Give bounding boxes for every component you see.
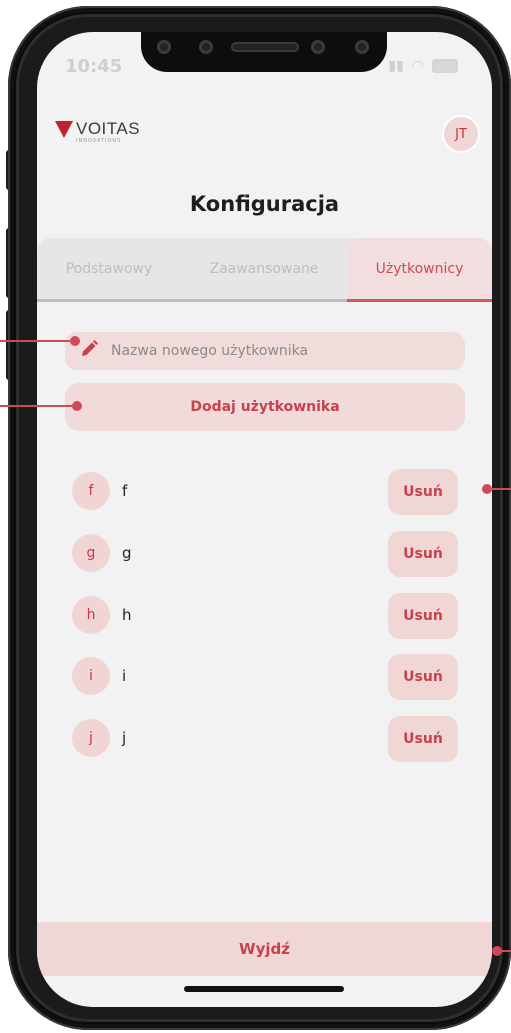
callout-dot [70,336,80,346]
delete-user-button[interactable]: Usuń [388,531,458,577]
sensor-icon [355,40,369,54]
home-indicator [184,986,344,992]
wifi-icon: ◠ [411,58,424,74]
user-list-item: g g Usuń [72,531,458,577]
user-name: g [122,544,132,562]
exit-button[interactable]: Wyjdź [37,922,492,976]
user-avatar: f [72,472,110,510]
speaker-grille [231,42,299,52]
delete-user-button[interactable]: Usuń [388,593,458,639]
sensor-icon [157,40,171,54]
user-name: h [122,606,132,624]
config-tabs: Podstawowy Zaawansowane Użytkownicy [37,238,492,302]
user-list-item: i i Usuń [72,654,458,700]
add-user-button[interactable]: Dodaj użytkownika [65,383,465,431]
status-time: 10:45 [65,56,123,77]
user-name: j [122,729,127,747]
user-name: i [122,667,127,685]
active-tab-indicator [347,299,492,302]
page-title: Konfiguracja [189,192,340,216]
user-list-item: j j Usuń [72,716,458,762]
user-avatar: h [72,596,110,634]
delete-user-button[interactable]: Usuń [388,469,458,515]
tab-zaawansowane[interactable]: Zaawansowane [181,238,347,299]
logo-subtext: INNOVATIONS [76,138,122,144]
user-name: f [122,482,128,500]
delete-user-button[interactable]: Usuń [388,654,458,700]
app-screen: 10:45 ▮▮ ◠ VOITAS INNOVATIONS JT Konfigu… [37,32,492,1007]
sensor-icon [199,40,213,54]
new-user-name-input[interactable] [109,342,443,360]
status-icons: ▮▮ ◠ [388,58,458,74]
callout-line [500,950,511,952]
callout-line [0,405,72,407]
tab-uzytkownicy[interactable]: Użytkownicy [347,238,492,299]
user-avatar: g [72,534,110,572]
logo-mark-icon [55,121,73,138]
screenshot-stage: 10:45 ▮▮ ◠ VOITAS INNOVATIONS JT Konfigu… [0,0,511,1033]
delete-user-button[interactable]: Usuń [388,716,458,762]
user-avatar: j [72,719,110,757]
user-list-item: h h Usuń [72,593,458,639]
signal-icon: ▮▮ [388,58,404,74]
callout-line [490,488,511,490]
user-list-item: f f Usuń [72,469,458,515]
user-avatar: i [72,657,110,695]
callout-line [0,340,70,342]
pencil-icon [79,339,99,363]
tab-podstawowy[interactable]: Podstawowy [37,238,181,299]
new-user-name-field[interactable] [65,332,465,370]
voitas-logo: VOITAS INNOVATIONS [55,120,140,144]
user-avatar-button[interactable]: JT [442,115,480,153]
logo-text: VOITAS [76,119,141,138]
phone-notch [141,32,387,72]
callout-dot [72,401,82,411]
front-camera-icon [311,40,325,54]
battery-icon [432,59,458,73]
